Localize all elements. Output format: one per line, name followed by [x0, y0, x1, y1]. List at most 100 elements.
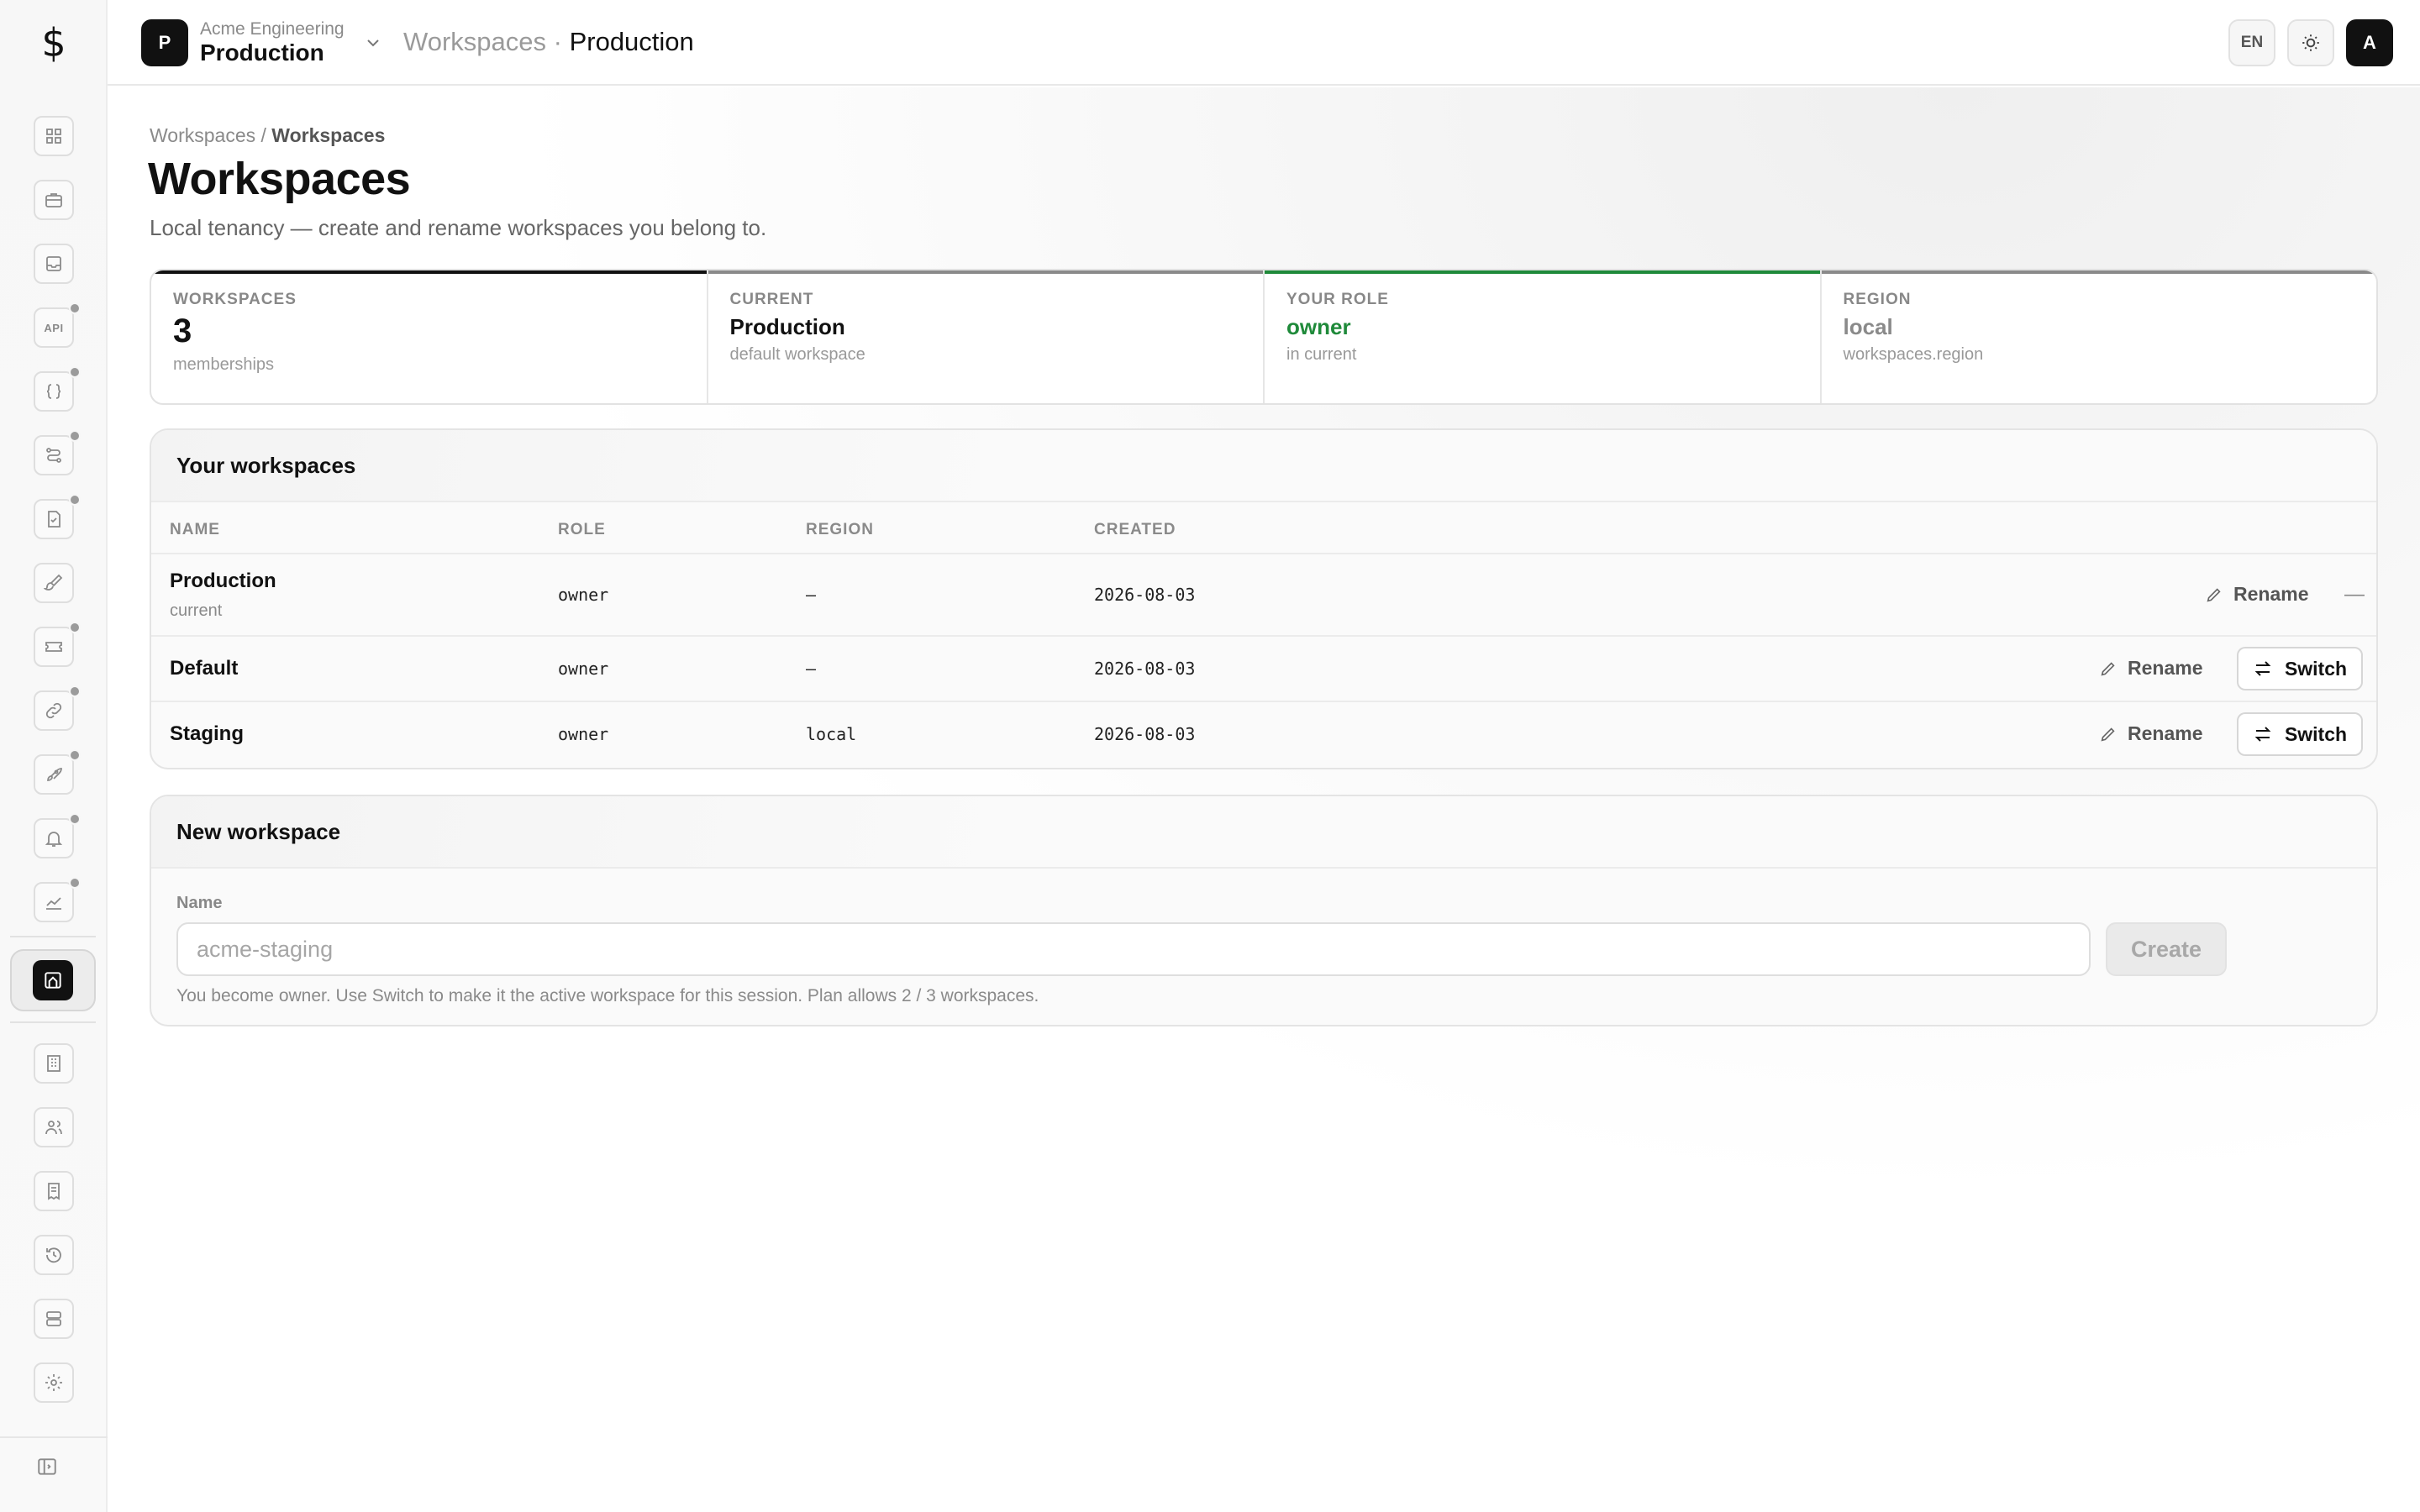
stat-hint: default workspace	[729, 345, 865, 364]
pencil-icon	[2207, 587, 2221, 601]
new-workspace-card: New workspace Name Create You become own…	[150, 795, 2378, 1026]
stat-accent-bar	[708, 270, 1263, 274]
theme-toggle-button[interactable]	[2287, 19, 2334, 66]
table-row: Staging owner local 2026-08-03 Rename Sw…	[151, 702, 2376, 768]
pencil-icon	[2101, 727, 2115, 741]
stat-label: CURRENT	[729, 291, 814, 308]
workspace-role: owner	[558, 659, 609, 679]
rename-label: Rename	[2128, 722, 2203, 744]
switch-label: Switch	[2284, 657, 2348, 680]
workspace-region: local	[806, 724, 857, 744]
switch-button[interactable]: Switch	[2237, 647, 2363, 690]
api-icon[interactable]: API	[34, 302, 81, 348]
language-button[interactable]: EN	[2228, 19, 2275, 66]
workspace-region: —	[806, 659, 817, 679]
inbox-icon[interactable]	[34, 244, 74, 284]
storage-icon[interactable]	[34, 1299, 74, 1339]
workspace-role: owner	[558, 724, 609, 744]
header-crumb-separator: ·	[553, 27, 562, 56]
topbar: P Acme Engineering Production Workspaces…	[108, 0, 2420, 86]
rename-button[interactable]: Rename	[2099, 722, 2202, 745]
current-badge: current	[170, 601, 223, 620]
notification-dot	[69, 494, 81, 506]
history-icon[interactable]	[34, 1235, 74, 1275]
brush-icon[interactable]	[34, 563, 74, 603]
notification-dot	[69, 302, 81, 314]
create-button[interactable]: Create	[2106, 922, 2227, 976]
workspace-name: Production	[200, 39, 324, 66]
stat-accent-bar	[1265, 270, 1820, 274]
workspace-avatar: P	[141, 19, 188, 66]
sidebar-item-workspaces[interactable]	[10, 949, 96, 1011]
receipt-icon[interactable]	[34, 1171, 74, 1211]
stat-value: owner	[1286, 314, 1351, 339]
api-icon-label: API	[44, 321, 64, 334]
org-name: Acme Engineering	[200, 19, 345, 39]
header-breadcrumb: Workspaces · Production	[403, 27, 694, 57]
column-header-name: NAME	[170, 521, 220, 538]
dashboard-icon[interactable]	[34, 116, 74, 156]
settings-icon[interactable]	[34, 1362, 74, 1403]
link-icon[interactable]	[34, 685, 81, 731]
sidebar-divider	[0, 1436, 108, 1438]
stat-role: YOUR ROLE owner in current	[1265, 270, 1822, 403]
stat-hint: in current	[1286, 345, 1357, 364]
notification-dot	[69, 622, 81, 633]
table-row: Default owner — 2026-08-03 Rename Switch	[151, 637, 2376, 702]
rename-label: Rename	[2128, 657, 2203, 679]
page-subtitle: Local tenancy — create and rename worksp…	[150, 215, 767, 240]
stat-label: REGION	[1843, 291, 1912, 308]
stat-label: WORKSPACES	[173, 291, 297, 308]
stats-strip: WORKSPACES 3 memberships CURRENT Product…	[150, 269, 2378, 405]
sidebar: $ API	[0, 0, 108, 1512]
rename-button[interactable]: Rename	[2099, 657, 2202, 680]
workspace-role: owner	[558, 585, 609, 605]
stat-hint: workspaces.region	[1843, 345, 1984, 364]
users-icon[interactable]	[34, 1107, 74, 1147]
stat-value: 3	[173, 312, 192, 349]
switch-button[interactable]: Switch	[2237, 712, 2363, 756]
column-header-region: REGION	[806, 521, 874, 538]
ticket-icon[interactable]	[34, 622, 81, 667]
rename-label: Rename	[2233, 583, 2309, 605]
column-header-created: CREATED	[1094, 521, 1176, 538]
breadcrumb-current: Workspaces	[271, 124, 386, 146]
header-crumb-section[interactable]: Workspaces	[403, 27, 546, 56]
table-row: Production current owner — 2026-08-03 Re…	[151, 554, 2376, 637]
building-icon[interactable]	[34, 1043, 74, 1084]
rename-button[interactable]: Rename	[2205, 583, 2308, 606]
chevron-down-icon	[363, 33, 383, 53]
workspaces-card: Your workspaces NAME ROLE REGION CREATED…	[150, 428, 2378, 769]
table-header: NAME ROLE REGION CREATED	[151, 502, 2376, 554]
rocket-icon[interactable]	[34, 749, 81, 795]
flow-icon[interactable]	[34, 430, 81, 475]
name-field-label: Name	[176, 894, 223, 912]
stat-value: Production	[729, 314, 845, 339]
breadcrumb: Workspaces / Workspaces	[150, 124, 385, 147]
briefcase-icon[interactable]	[34, 180, 74, 220]
stat-region: REGION local workspaces.region	[1821, 270, 2376, 403]
breadcrumb-root[interactable]: Workspaces	[150, 124, 255, 146]
notification-dot	[69, 366, 81, 378]
header-crumb-current: Production	[569, 27, 694, 56]
chart-icon[interactable]	[34, 877, 81, 922]
bell-icon[interactable]	[34, 813, 81, 858]
stat-hint: memberships	[173, 355, 275, 374]
notification-dot	[69, 877, 81, 889]
page-title: Workspaces	[148, 154, 411, 204]
user-avatar[interactable]: A	[2346, 19, 2393, 66]
document-check-icon[interactable]	[34, 494, 81, 539]
workspace-switcher[interactable]: P Acme Engineering Production	[141, 19, 383, 66]
app-logo[interactable]: $	[0, 0, 108, 86]
sidebar-collapse-icon[interactable]	[34, 1453, 60, 1480]
notification-dot	[69, 430, 81, 442]
stat-current: CURRENT Production default workspace	[708, 270, 1265, 403]
notification-dot	[69, 749, 81, 761]
workspace-name-input[interactable]	[176, 922, 2091, 976]
form-hint: You become owner. Use Switch to make it …	[176, 986, 1039, 1005]
braces-icon[interactable]	[34, 366, 81, 412]
pencil-icon	[2101, 661, 2115, 675]
workspace-created: 2026-08-03	[1094, 724, 1196, 744]
stat-value: local	[1843, 314, 1893, 339]
stat-label: YOUR ROLE	[1286, 291, 1389, 308]
